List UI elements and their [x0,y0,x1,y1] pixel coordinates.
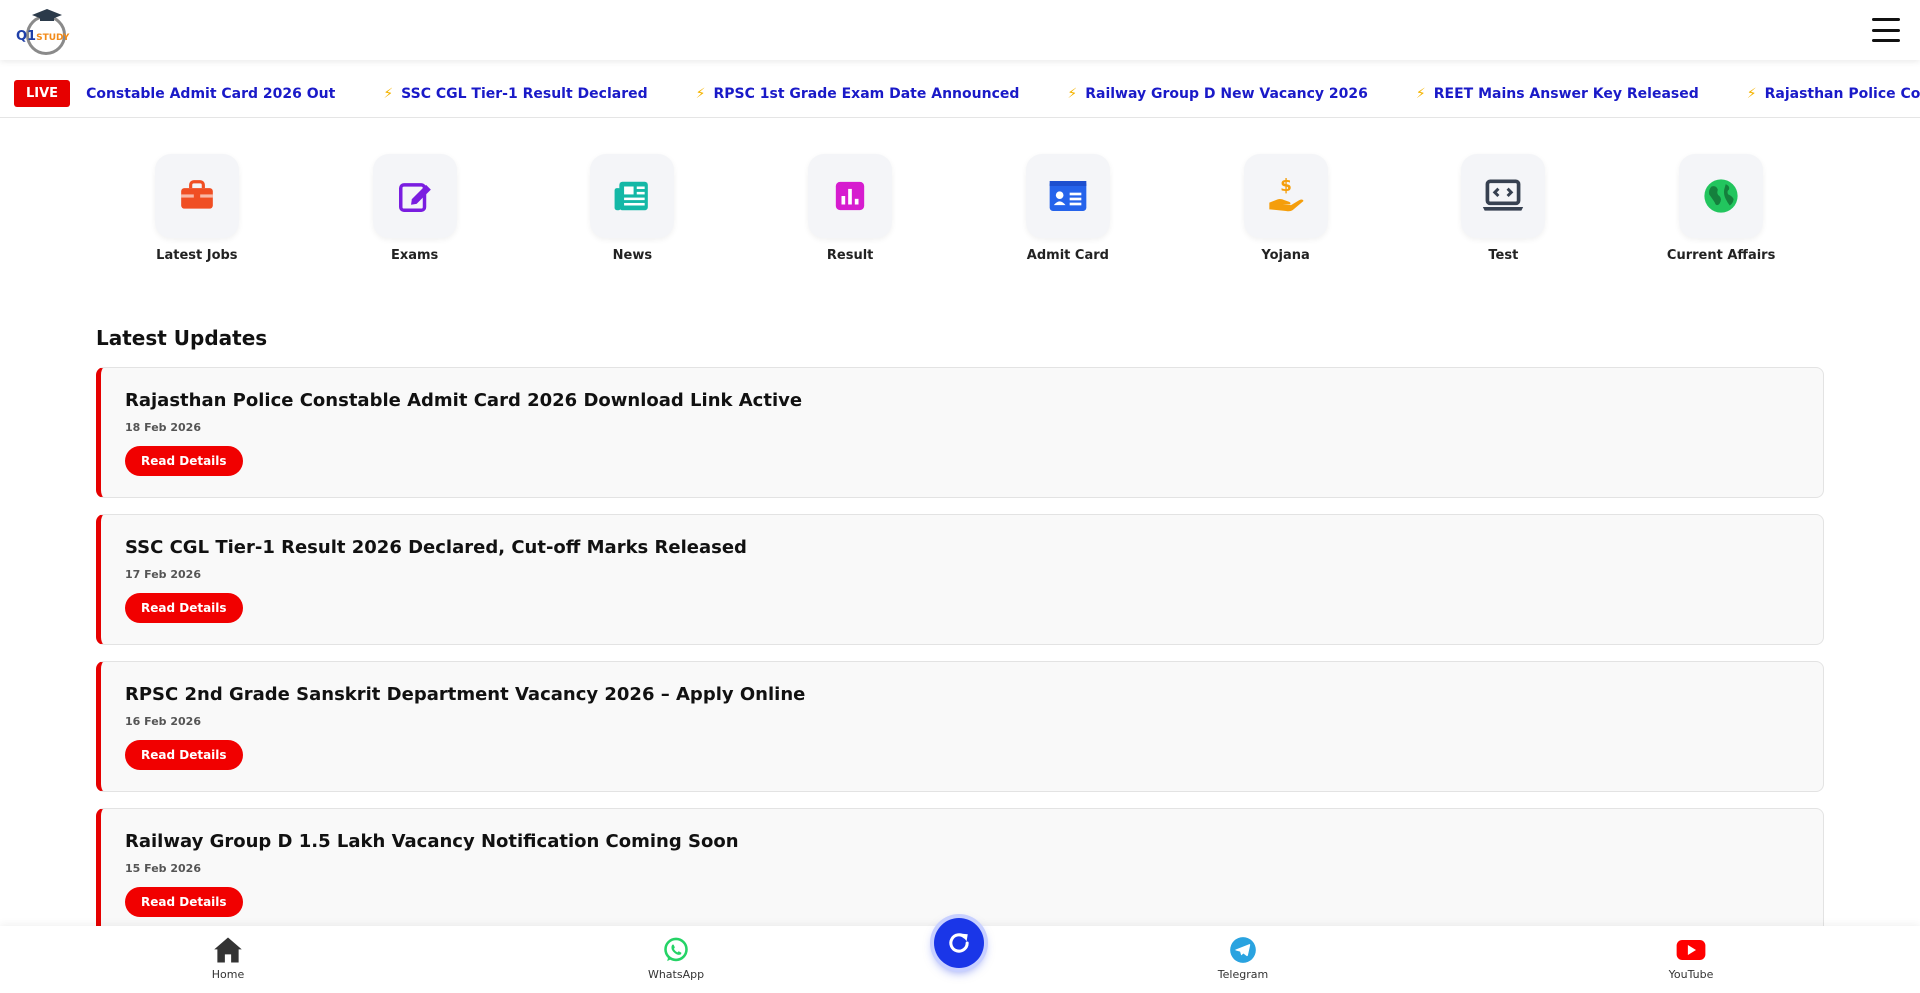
edit-icon [398,183,431,212]
category-grid: Latest Jobs Exams News Result Admit Card… [0,154,1920,263]
lightning-icon: ⚡ [1415,85,1426,102]
ticker-item[interactable]: ⚡ Railway Group D New Vacancy 2026 [1067,86,1368,102]
update-card: RPSC 2nd Grade Sanskrit Department Vacan… [96,661,1824,792]
nav-label: Telegram [1217,968,1269,981]
news-ticker: LIVE Constable Admit Card 2026 Out ⚡ SSC … [0,70,1920,118]
chart-icon [835,181,865,211]
read-details-button[interactable]: Read Details [125,446,243,476]
svg-text:$: $ [1280,176,1292,195]
top-header: Q1STUDY [0,0,1920,60]
lightning-icon: ⚡ [383,85,394,102]
read-details-button[interactable]: Read Details [125,740,243,770]
update-date: 15 Feb 2026 [125,862,201,875]
update-title[interactable]: SSC CGL Tier-1 Result 2026 Declared, Cut… [125,537,1799,558]
update-date: 18 Feb 2026 [125,421,201,434]
laptop-code-icon [1483,179,1524,211]
category-yojana[interactable]: $ Yojana [1177,154,1395,263]
category-label: Yojana [1261,248,1310,263]
ticker-item[interactable]: ⚡ SSC CGL Tier-1 Result Declared [383,86,647,102]
nav-youtube[interactable]: YouTube [1641,936,1741,981]
site-logo[interactable]: Q1STUDY [14,5,70,55]
category-label: Current Affairs [1666,248,1776,263]
logo-text-sub: STUDY [36,33,70,43]
lightning-icon: ⚡ [1067,85,1078,102]
update-card: SSC CGL Tier-1 Result 2026 Declared, Cut… [96,514,1824,645]
updates-list: Rajasthan Police Constable Admit Card 20… [96,367,1824,955]
update-card: Rajasthan Police Constable Admit Card 20… [96,367,1824,498]
category-latest-jobs[interactable]: Latest Jobs [88,154,306,263]
briefcase-icon [181,180,213,209]
id-card-icon [1049,181,1087,211]
refresh-button[interactable] [934,918,984,968]
logo-text: Q1STUDY [16,29,69,44]
category-label: Latest Jobs [156,248,238,263]
refresh-icon [949,933,969,953]
nav-telegram[interactable]: Telegram [1193,936,1293,981]
ticker-item[interactable]: Constable Admit Card 2026 Out [86,86,335,102]
read-details-button[interactable]: Read Details [125,593,243,623]
update-date: 17 Feb 2026 [125,568,201,581]
globe-icon [1704,179,1738,213]
hamburger-menu-icon[interactable] [1872,18,1900,42]
lightning-icon: ⚡ [1746,85,1757,102]
newspaper-icon [614,181,649,211]
category-exams[interactable]: Exams [306,154,524,263]
nav-whatsapp[interactable]: WhatsApp [626,936,726,981]
ticker-item[interactable]: ⚡ RPSC 1st Grade Exam Date Announced [696,86,1020,102]
update-title[interactable]: RPSC 2nd Grade Sanskrit Department Vacan… [125,684,1799,705]
section-title-latest-updates: Latest Updates [96,326,268,350]
graduation-cap-icon [32,9,62,21]
category-admit-card[interactable]: Admit Card [959,154,1177,263]
whatsapp-icon [664,937,688,962]
telegram-icon [1230,937,1256,963]
nav-label: YouTube [1668,968,1714,981]
read-details-button[interactable]: Read Details [125,887,243,917]
logo-text-main: Q1 [16,29,37,44]
nav-label: WhatsApp [647,968,705,981]
category-result[interactable]: Result [741,154,959,263]
youtube-icon [1676,940,1706,960]
money-hand-icon: $ [1268,176,1304,212]
live-badge: LIVE [14,80,71,107]
category-label: Test [1488,248,1519,263]
category-news[interactable]: News [524,154,742,263]
category-current-affairs[interactable]: Current Affairs [1612,154,1830,263]
update-title[interactable]: Railway Group D 1.5 Lakh Vacancy Notific… [125,831,1799,852]
update-date: 16 Feb 2026 [125,715,201,728]
update-title[interactable]: Rajasthan Police Constable Admit Card 20… [125,390,1799,411]
nav-home[interactable]: Home [178,936,278,981]
category-label: Exams [390,248,439,263]
ticker-item[interactable]: ⚡Rajasthan Police Constable Admit Ca [1747,86,1920,102]
category-label: Admit Card [1026,248,1109,263]
category-label: News [612,248,653,263]
nav-label: Home [211,968,245,981]
category-test[interactable]: Test [1395,154,1613,263]
home-icon [214,937,242,963]
ticker-item[interactable]: ⚡ REET Mains Answer Key Released [1416,86,1699,102]
ticker-track: Constable Admit Card 2026 Out ⚡ SSC CGL T… [86,86,1920,102]
category-label: Result [826,248,874,263]
lightning-icon: ⚡ [695,85,706,102]
